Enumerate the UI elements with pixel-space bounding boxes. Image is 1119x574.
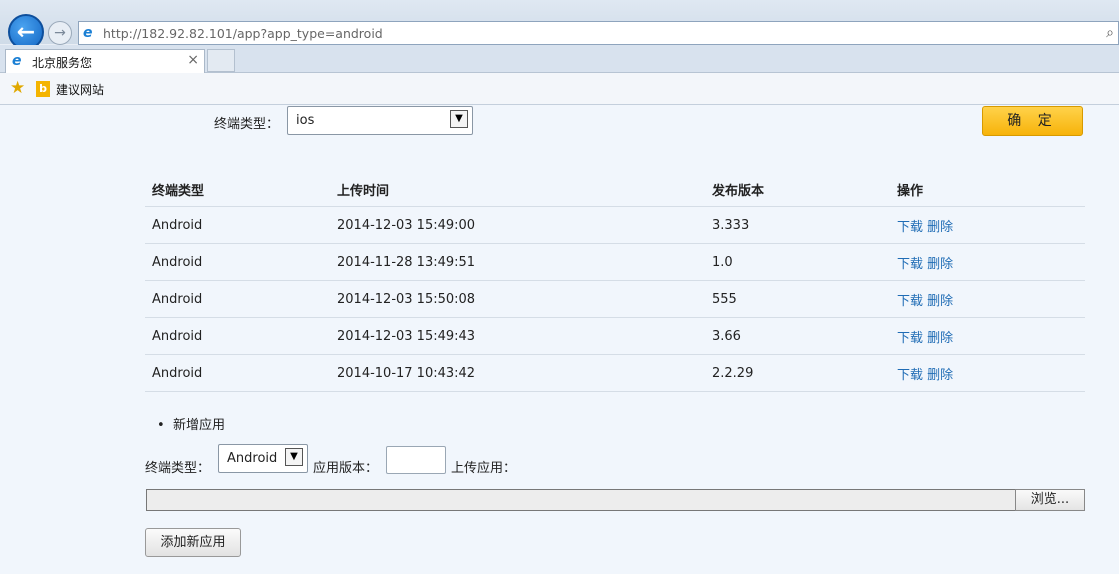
download-link[interactable]: 下载 <box>897 257 923 272</box>
upload-app-label: 上传应用： <box>451 461 517 476</box>
table-row: Android 2014-12-03 15:49:43 3.66 下载 删除 <box>145 317 1085 355</box>
cell-version: 2.2.29 <box>705 354 890 392</box>
download-link[interactable]: 下载 <box>897 220 923 235</box>
page-content: 终端类型： ios ▼ 确 定 终端类型 上传时间 发布版本 操作 Androi… <box>0 105 1119 574</box>
bing-logo-icon: b <box>36 81 50 97</box>
delete-link[interactable]: 删除 <box>927 220 953 235</box>
download-link[interactable]: 下载 <box>897 331 923 346</box>
cell-version: 555 <box>705 280 890 318</box>
browser-chrome: ← → e http://182.92.82.101/app?app_type=… <box>0 0 1119 105</box>
filter-type-label: 终端类型： <box>214 117 280 132</box>
cell-time: 2014-10-17 10:43:42 <box>330 354 705 392</box>
tab-title: 北京服务您 <box>32 56 93 70</box>
tab-close-icon[interactable]: × <box>187 52 199 68</box>
confirm-button[interactable]: 确 定 <box>982 106 1083 136</box>
delete-link[interactable]: 删除 <box>927 331 953 346</box>
add-type-label: 终端类型： <box>145 461 211 476</box>
forward-arrow-icon[interactable]: → <box>48 21 72 45</box>
table-row: Android 2014-12-03 15:50:08 555 下载 删除 <box>145 280 1085 318</box>
header-actions: 操作 <box>890 172 1085 207</box>
cell-actions: 下载 删除 <box>890 280 1085 318</box>
filter-type-value: ios <box>296 113 315 128</box>
favorites-star-icon[interactable]: ★ <box>10 78 25 98</box>
cell-actions: 下载 删除 <box>890 243 1085 281</box>
add-type-value: Android <box>227 451 278 466</box>
app-version-label: 应用版本： <box>313 461 379 476</box>
favorite-link-suggested-sites[interactable]: 建议网站 <box>56 81 104 98</box>
cell-type: Android <box>145 206 330 244</box>
new-tab-button[interactable] <box>207 49 235 72</box>
file-path-input[interactable] <box>146 489 1016 511</box>
add-type-select[interactable]: Android ▼ <box>218 444 308 473</box>
cell-actions: 下载 删除 <box>890 317 1085 355</box>
search-icon[interactable]: ⌕ <box>1106 25 1114 41</box>
ie-logo-icon: e <box>83 25 93 41</box>
cell-actions: 下载 删除 <box>890 206 1085 244</box>
delete-link[interactable]: 删除 <box>927 368 953 383</box>
filter-type-select[interactable]: ios ▼ <box>287 106 473 135</box>
cell-type: Android <box>145 280 330 318</box>
table-row: Android 2014-11-28 13:49:51 1.0 下载 删除 <box>145 243 1085 281</box>
cell-time: 2014-12-03 15:49:00 <box>330 206 705 244</box>
bullet: • <box>157 418 165 433</box>
header-upload-time: 上传时间 <box>330 172 705 207</box>
cell-time: 2014-12-03 15:49:43 <box>330 317 705 355</box>
header-version: 发布版本 <box>705 172 890 207</box>
add-new-app-button[interactable]: 添加新应用 <box>145 528 241 557</box>
browser-tab[interactable]: e 北京服务您 × <box>5 49 205 73</box>
chevron-down-icon[interactable]: ▼ <box>450 110 468 128</box>
cell-type: Android <box>145 354 330 392</box>
table-header-row: 终端类型 上传时间 发布版本 操作 <box>145 172 1085 207</box>
cell-type: Android <box>145 317 330 355</box>
url-text[interactable]: http://182.92.82.101/app?app_type=androi… <box>103 26 383 41</box>
header-terminal-type: 终端类型 <box>145 172 330 207</box>
table-row: Android 2014-10-17 10:43:42 2.2.29 下载 删除 <box>145 354 1085 392</box>
delete-link[interactable]: 删除 <box>927 257 953 272</box>
cell-time: 2014-12-03 15:50:08 <box>330 280 705 318</box>
add-app-section-title: • 新增应用 <box>157 414 225 433</box>
address-bar[interactable]: e http://182.92.82.101/app?app_type=andr… <box>78 21 1119 45</box>
app-version-input[interactable] <box>386 446 446 474</box>
favorites-bar: ★ b 建议网站 <box>0 73 1119 105</box>
delete-link[interactable]: 删除 <box>927 294 953 309</box>
browse-button[interactable]: 浏览... <box>1015 489 1085 511</box>
tab-strip: e 北京服务您 × <box>0 45 1119 73</box>
download-link[interactable]: 下载 <box>897 294 923 309</box>
cell-actions: 下载 删除 <box>890 354 1085 392</box>
cell-version: 1.0 <box>705 243 890 281</box>
app-table: 终端类型 上传时间 发布版本 操作 Android 2014-12-03 15:… <box>145 172 1085 392</box>
download-link[interactable]: 下载 <box>897 368 923 383</box>
cell-version: 3.66 <box>705 317 890 355</box>
table-row: Android 2014-12-03 15:49:00 3.333 下载 删除 <box>145 206 1085 244</box>
address-row: ← → e http://182.92.82.101/app?app_type=… <box>0 0 1119 50</box>
cell-type: Android <box>145 243 330 281</box>
add-app-title: 新增应用 <box>172 418 225 433</box>
ie-logo-icon: e <box>12 53 22 69</box>
cell-version: 3.333 <box>705 206 890 244</box>
cell-time: 2014-11-28 13:49:51 <box>330 243 705 281</box>
chevron-down-icon[interactable]: ▼ <box>285 448 303 466</box>
